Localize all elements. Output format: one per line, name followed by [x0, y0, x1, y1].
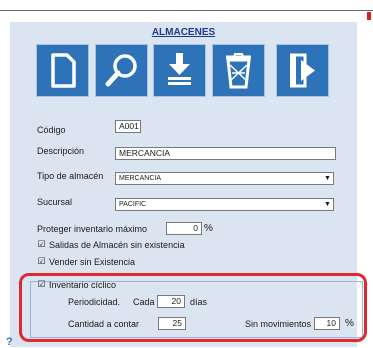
codigo-input[interactable]: A001	[115, 120, 141, 133]
new-document-icon	[51, 53, 76, 88]
search-button[interactable]	[95, 44, 148, 97]
recycle-bin-icon	[226, 53, 251, 89]
new-button[interactable]	[36, 44, 89, 97]
descripcion-label: Descripción	[37, 146, 85, 156]
exit-icon	[290, 53, 315, 88]
chevron-down-icon[interactable]: ▼	[322, 199, 333, 210]
proteger-label: Proteger inventario máximo	[37, 224, 148, 234]
window-title: ALMACENES	[151, 27, 216, 38]
codigo-label: Código	[37, 125, 66, 135]
proteger-unit: %	[204, 223, 213, 234]
sucursal-select[interactable]: PACIFIC ▼	[115, 198, 334, 211]
red-highlight-annotation	[19, 273, 367, 342]
sucursal-value: PACIFIC	[119, 201, 147, 208]
exit-button[interactable]	[276, 44, 329, 97]
proteger-input[interactable]: 0	[166, 222, 202, 235]
red-marker	[367, 12, 371, 20]
sucursal-label: Sucursal	[37, 197, 73, 207]
vender-checkbox[interactable]: ☑	[37, 257, 46, 266]
salidas-label: Salidas de Almacén sin existencia	[49, 240, 185, 250]
vender-label: Vender sin Existencia	[49, 257, 136, 267]
download-icon	[168, 53, 191, 85]
search-icon	[105, 54, 137, 87]
delete-button[interactable]	[212, 44, 265, 97]
help-icon[interactable]: ?	[6, 336, 13, 348]
tipo-almacen-select[interactable]: MERCANCIA ▼	[115, 172, 334, 185]
salidas-checkbox[interactable]: ☑	[37, 240, 46, 249]
tipo-almacen-value: MERCANCIA	[119, 175, 162, 182]
tipo-almacen-label: Tipo de almacén	[37, 171, 104, 181]
descripcion-input[interactable]: MERCANCIA	[115, 147, 336, 160]
top-divider	[0, 10, 373, 11]
chevron-down-icon[interactable]: ▼	[322, 173, 333, 184]
download-button[interactable]	[153, 44, 206, 97]
